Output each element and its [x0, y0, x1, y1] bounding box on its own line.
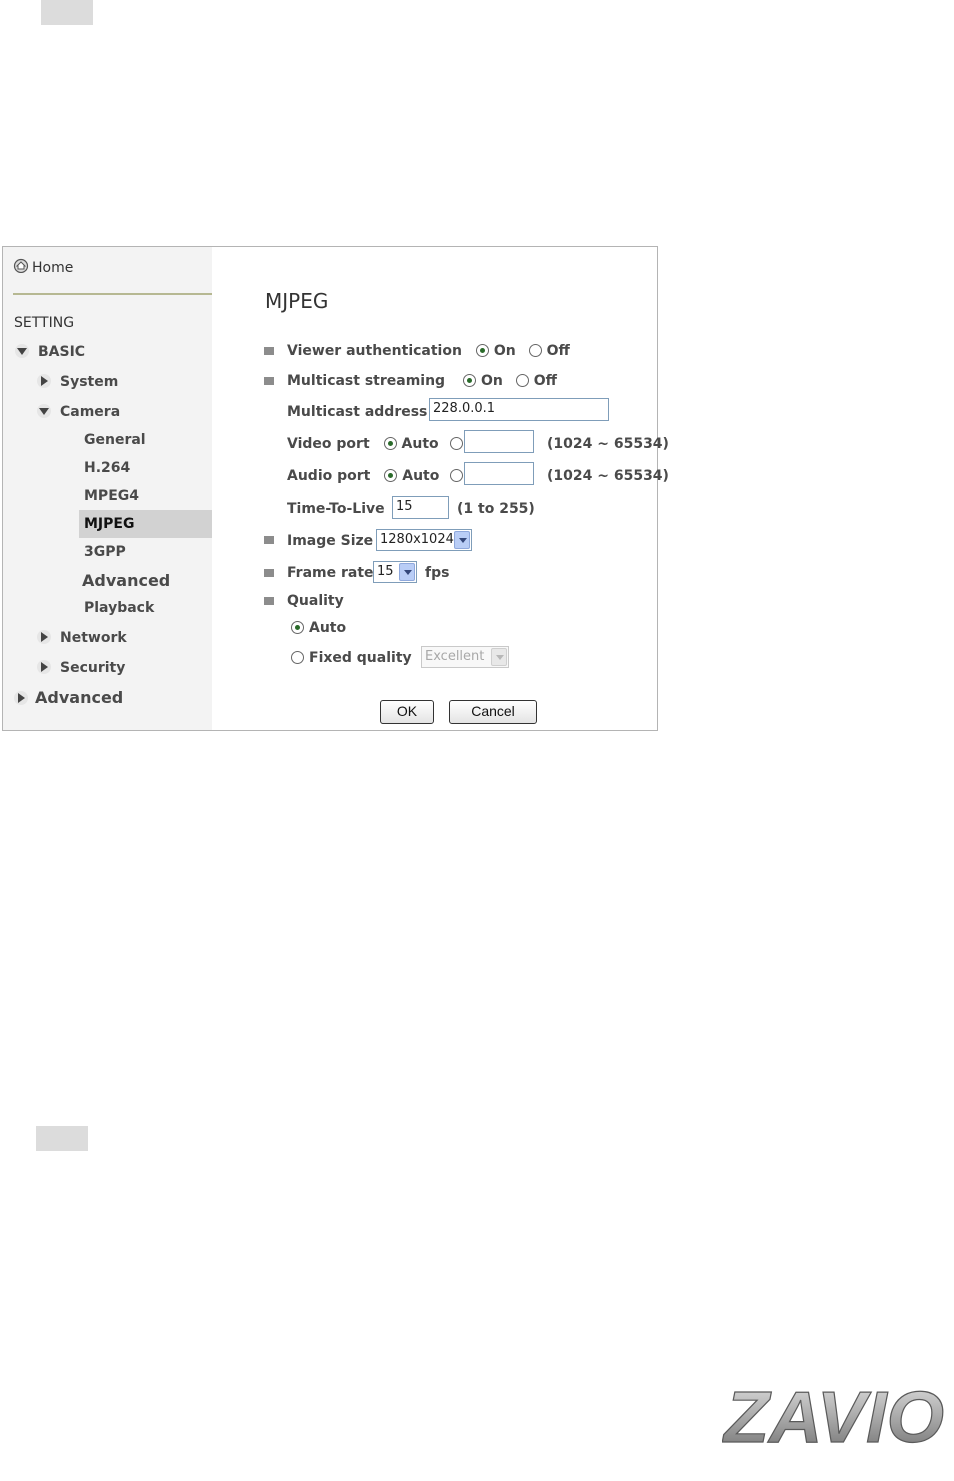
- video-port-custom-radio[interactable]: [449, 437, 463, 450]
- chevron-right-icon: [13, 690, 29, 706]
- frame-rate-label: Frame rate: [287, 565, 374, 581]
- video-port-auto-label: Auto: [401, 436, 439, 452]
- sidebar-item-system-label: System: [60, 374, 119, 390]
- sidebar-item-advanced[interactable]: Advanced: [13, 688, 123, 707]
- viewer-auth-label: Viewer authentication: [287, 343, 462, 359]
- bullet-icon: [264, 377, 274, 385]
- chevron-down-icon: [14, 343, 30, 359]
- sidebar-item-camera-label: Camera: [60, 404, 121, 420]
- fixed-quality-select[interactable]: Excellent: [421, 646, 509, 668]
- multicast-row: Multicast streaming On Off: [287, 373, 557, 389]
- sidebar-item-mpeg4[interactable]: MPEG4: [84, 488, 139, 504]
- video-port-input[interactable]: [464, 430, 534, 453]
- frame-rate-select[interactable]: 15: [373, 561, 417, 583]
- audio-port-range: (1024 ~ 65534): [547, 468, 669, 484]
- frame-rate-value: 15: [377, 564, 394, 579]
- video-port-row: Video port Auto: [287, 436, 468, 452]
- audio-port-custom-radio[interactable]: [450, 469, 464, 482]
- zavio-logo-text: ZAVIO: [722, 1380, 944, 1452]
- image-size-select[interactable]: 1280x1024: [376, 529, 472, 551]
- page-title: MJPEG: [265, 289, 329, 313]
- viewer-auth-row: Viewer authentication On Off: [287, 343, 570, 359]
- video-port-range: (1024 ~ 65534): [547, 436, 669, 452]
- home-icon: [13, 257, 29, 277]
- chevron-down-icon: [36, 403, 52, 419]
- sidebar-heading-setting: SETTING: [14, 315, 75, 331]
- sidebar-item-basic[interactable]: BASIC: [14, 343, 85, 360]
- sidebar-item-advanced-label: Advanced: [35, 688, 124, 707]
- audio-port-auto-label: Auto: [402, 468, 440, 484]
- chevron-right-icon: [36, 659, 52, 675]
- quality-auto-row: Auto: [287, 620, 346, 636]
- sidebar-item-system[interactable]: System: [36, 373, 118, 390]
- ttl-input[interactable]: 15: [392, 496, 449, 519]
- sidebar-item-security-label: Security: [60, 660, 126, 676]
- bullet-icon: [264, 536, 274, 544]
- chevron-down-icon: [454, 531, 470, 549]
- fixed-quality-value: Excellent: [425, 649, 485, 664]
- bullet-icon: [264, 597, 274, 605]
- ttl-range: (1 to 255): [457, 501, 535, 517]
- gray-placeholder-top: [41, 0, 93, 25]
- gray-placeholder-bottom: [36, 1126, 88, 1151]
- chevron-down-icon: [399, 563, 415, 581]
- zavio-logo: ZAVIO: [722, 1380, 945, 1452]
- sidebar-item-basic-label: BASIC: [38, 344, 86, 360]
- audio-port-input[interactable]: [464, 462, 534, 485]
- audio-port-label: Audio port: [287, 468, 371, 484]
- sidebar-item-advanced-camera[interactable]: Advanced: [82, 571, 170, 590]
- quality-fixed-row: Fixed quality: [287, 650, 412, 666]
- sidebar-item-h264[interactable]: H.264: [84, 460, 130, 476]
- sidebar-item-security[interactable]: Security: [36, 659, 125, 676]
- viewer-auth-off-radio[interactable]: [528, 344, 542, 357]
- multicast-on-radio[interactable]: [462, 374, 476, 387]
- ttl-label: Time-To-Live: [287, 501, 385, 517]
- sidebar-item-network[interactable]: Network: [36, 629, 127, 646]
- sidebar-item-camera[interactable]: Camera: [36, 403, 120, 420]
- quality-fixed-label: Fixed quality: [309, 650, 412, 666]
- viewer-auth-on-label: On: [493, 343, 516, 359]
- image-size-label: Image Size: [287, 533, 374, 549]
- quality-label: Quality: [287, 593, 344, 609]
- audio-port-auto-radio[interactable]: [384, 469, 398, 482]
- multicast-label: Multicast streaming: [287, 373, 446, 389]
- multicast-off-radio[interactable]: [515, 374, 529, 387]
- audio-port-row: Audio port Auto: [287, 468, 468, 484]
- sidebar-item-mjpeg[interactable]: MJPEG: [84, 516, 134, 532]
- ok-button[interactable]: OK: [380, 700, 434, 724]
- sidebar: Home SETTING BASIC System Camera General…: [3, 247, 212, 730]
- frame-rate-unit: fps: [425, 565, 450, 581]
- sidebar-item-home-label: Home: [32, 260, 74, 276]
- multicast-on-label: On: [480, 373, 503, 389]
- bullet-icon: [264, 569, 274, 577]
- video-port-label: Video port: [287, 436, 370, 452]
- multicast-address-input[interactable]: 228.0.0.1: [429, 398, 609, 421]
- cancel-button[interactable]: Cancel: [449, 700, 537, 724]
- chevron-right-icon: [36, 373, 52, 389]
- sidebar-item-general[interactable]: General: [84, 432, 146, 448]
- bullet-icon: [264, 347, 274, 355]
- settings-panel: Home SETTING BASIC System Camera General…: [2, 246, 669, 731]
- chevron-down-icon: [491, 648, 507, 666]
- sidebar-item-3gpp[interactable]: 3GPP: [84, 544, 126, 560]
- multicast-address-label: Multicast address: [287, 404, 428, 420]
- quality-auto-label: Auto: [309, 620, 347, 636]
- multicast-off-label: Off: [533, 373, 557, 389]
- quality-fixed-radio[interactable]: [291, 651, 304, 664]
- video-port-auto-radio[interactable]: [383, 437, 397, 450]
- sidebar-item-playback[interactable]: Playback: [84, 600, 154, 616]
- sidebar-item-home[interactable]: Home: [13, 257, 73, 277]
- chevron-right-icon: [36, 629, 52, 645]
- viewer-auth-off-label: Off: [546, 343, 570, 359]
- quality-auto-radio[interactable]: [291, 621, 304, 634]
- image-size-value: 1280x1024: [380, 532, 454, 547]
- sidebar-item-network-label: Network: [60, 630, 127, 646]
- sidebar-divider: [13, 293, 212, 295]
- viewer-auth-on-radio[interactable]: [475, 344, 489, 357]
